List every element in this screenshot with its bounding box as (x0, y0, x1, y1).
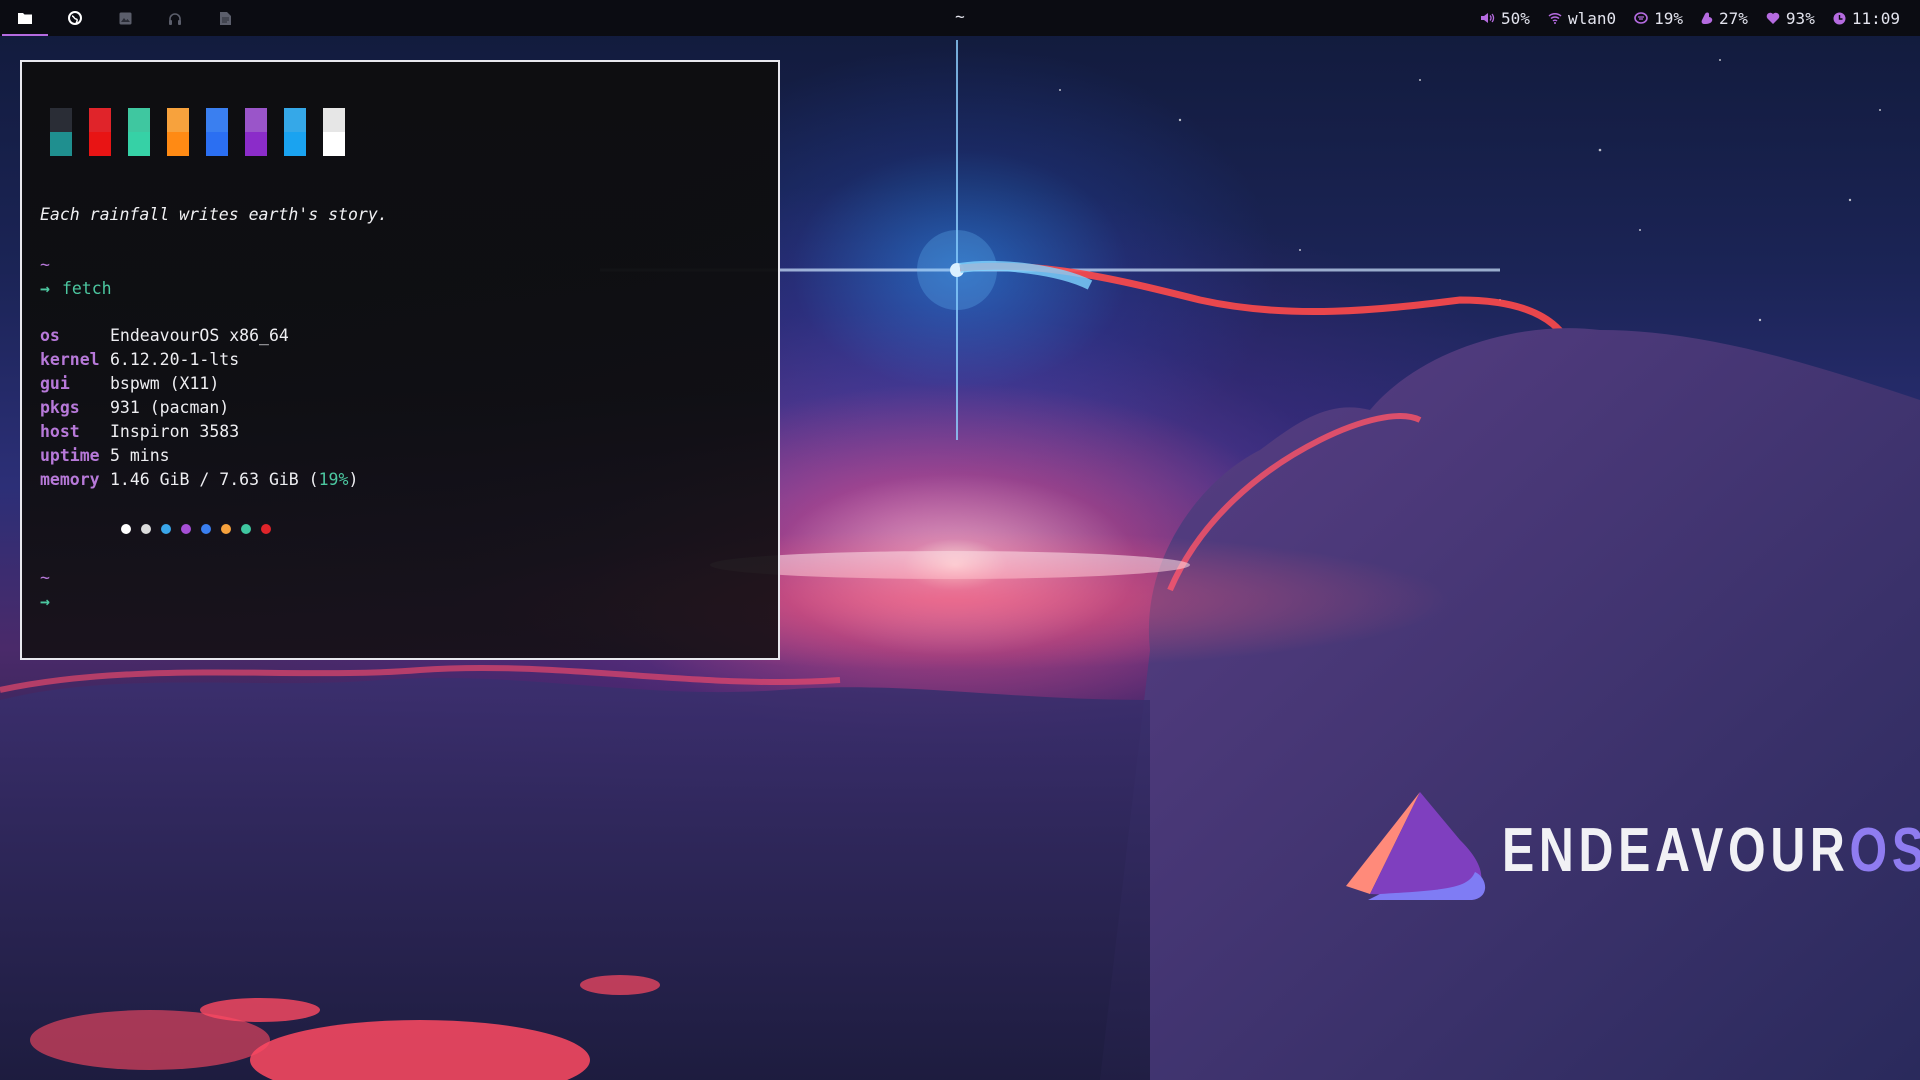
color-dots (121, 524, 271, 534)
memory-module[interactable]: 27% (1701, 9, 1748, 28)
color-swatch (323, 108, 345, 156)
battery-module[interactable]: 93% (1766, 9, 1815, 28)
logo-wordmark: ENDEAVOUROS (1502, 820, 1920, 882)
color-swatch (206, 108, 228, 156)
color-dot (181, 524, 191, 534)
volume-icon (1481, 13, 1495, 23)
terminal-window[interactable]: Each rainfall writes earth's story. ~ → f… (20, 60, 780, 660)
cpu-value: 19% (1654, 8, 1684, 28)
clock-value: 11:09 (1851, 8, 1900, 28)
logo-text-accent: OS (1849, 816, 1920, 885)
command-text: fetch (61, 279, 112, 298)
battery-value: 93% (1785, 8, 1815, 28)
info-value: bspwm (X11) (110, 374, 220, 393)
prompt-directory: ~ (40, 255, 50, 274)
focused-window-title: ~ (955, 7, 965, 26)
info-row: pkgs 931 (pacman) (40, 396, 358, 420)
info-row: host Inspiron 3583 (40, 420, 358, 444)
info-row: uptime 5 mins (40, 444, 358, 468)
color-dot (241, 524, 251, 534)
workspace-2[interactable] (50, 0, 100, 36)
info-row: memory 1.46 GiB / 7.63 GiB (19%) (40, 468, 358, 492)
cpu-icon (1634, 12, 1648, 24)
info-value: 6.12.20-1-lts (110, 350, 240, 369)
color-dot (141, 524, 151, 534)
workspace-1[interactable] (0, 0, 50, 36)
color-swatch (50, 108, 72, 156)
clock-icon (1833, 12, 1846, 24)
volume-module[interactable]: 50% (1481, 9, 1530, 28)
network-module[interactable]: wlan0 (1548, 9, 1616, 28)
info-value: 1.46 GiB / 7.63 GiB ( (110, 470, 319, 489)
image-icon (119, 12, 131, 24)
memory-icon (1701, 12, 1713, 24)
heart-icon (1766, 12, 1780, 24)
color-dot (121, 524, 131, 534)
folder-icon (18, 13, 32, 24)
color-dot (201, 524, 211, 534)
info-key: host (40, 422, 80, 441)
command-line[interactable]: → (40, 592, 50, 611)
top-panel: ~ 50% wlan0 19% 27% 93% 11:09 (0, 0, 1920, 36)
info-value: EndeavourOS x86_64 (110, 326, 289, 345)
logo-text-main: ENDEAVOUR (1502, 816, 1850, 885)
color-swatch (284, 108, 306, 156)
info-key: pkgs (40, 398, 80, 417)
endeavouros-logo: ENDEAVOUROS (1340, 790, 1920, 910)
info-key: kernel (40, 350, 100, 369)
info-key: memory (40, 470, 100, 489)
color-palette (50, 108, 345, 156)
info-row: kernel 6.12.20-1-lts (40, 348, 358, 372)
system-info: os EndeavourOS x86_64 kernel 6.12.20-1-lts… (40, 324, 358, 492)
network-value: wlan0 (1567, 8, 1617, 28)
color-swatch (245, 108, 267, 156)
color-dot (261, 524, 271, 534)
globe-icon (68, 11, 82, 25)
cpu-module[interactable]: 19% (1634, 9, 1683, 28)
memory-value: 27% (1719, 8, 1748, 28)
info-value: 5 mins (110, 446, 170, 465)
prompt-arrow: → (40, 279, 50, 298)
memory-percent: 19% (318, 470, 349, 489)
wifi-icon (1548, 12, 1562, 24)
info-value-suffix: ) (348, 470, 359, 489)
workspace-5[interactable] (200, 0, 250, 36)
info-value: 931 (pacman) (110, 398, 230, 417)
color-swatch (128, 108, 150, 156)
workspace-list (0, 0, 250, 36)
workspace-4[interactable] (150, 0, 200, 36)
headphones-icon (169, 12, 181, 25)
clock-module[interactable]: 11:09 (1833, 9, 1900, 28)
color-dot (161, 524, 171, 534)
quote-text: Each rainfall writes earth's story. (40, 205, 388, 224)
info-key: uptime (40, 446, 100, 465)
prompt-arrow: → (40, 592, 50, 611)
info-key: os (40, 326, 60, 345)
status-modules: 50% wlan0 19% 27% 93% 11:09 (1481, 0, 1900, 36)
info-key: gui (40, 374, 70, 393)
info-row: gui bspwm (X11) (40, 372, 358, 396)
volume-value: 50% (1501, 8, 1530, 28)
info-row: os EndeavourOS x86_64 (40, 324, 358, 348)
prompt-directory: ~ (40, 568, 50, 587)
color-dot (221, 524, 231, 534)
document-icon (219, 11, 231, 25)
command-line: → fetch (40, 279, 112, 298)
info-value: Inspiron 3583 (110, 422, 240, 441)
color-swatch (89, 108, 111, 156)
endeavouros-triangle-icon (1346, 792, 1486, 900)
color-swatch (167, 108, 189, 156)
workspace-3[interactable] (100, 0, 150, 36)
